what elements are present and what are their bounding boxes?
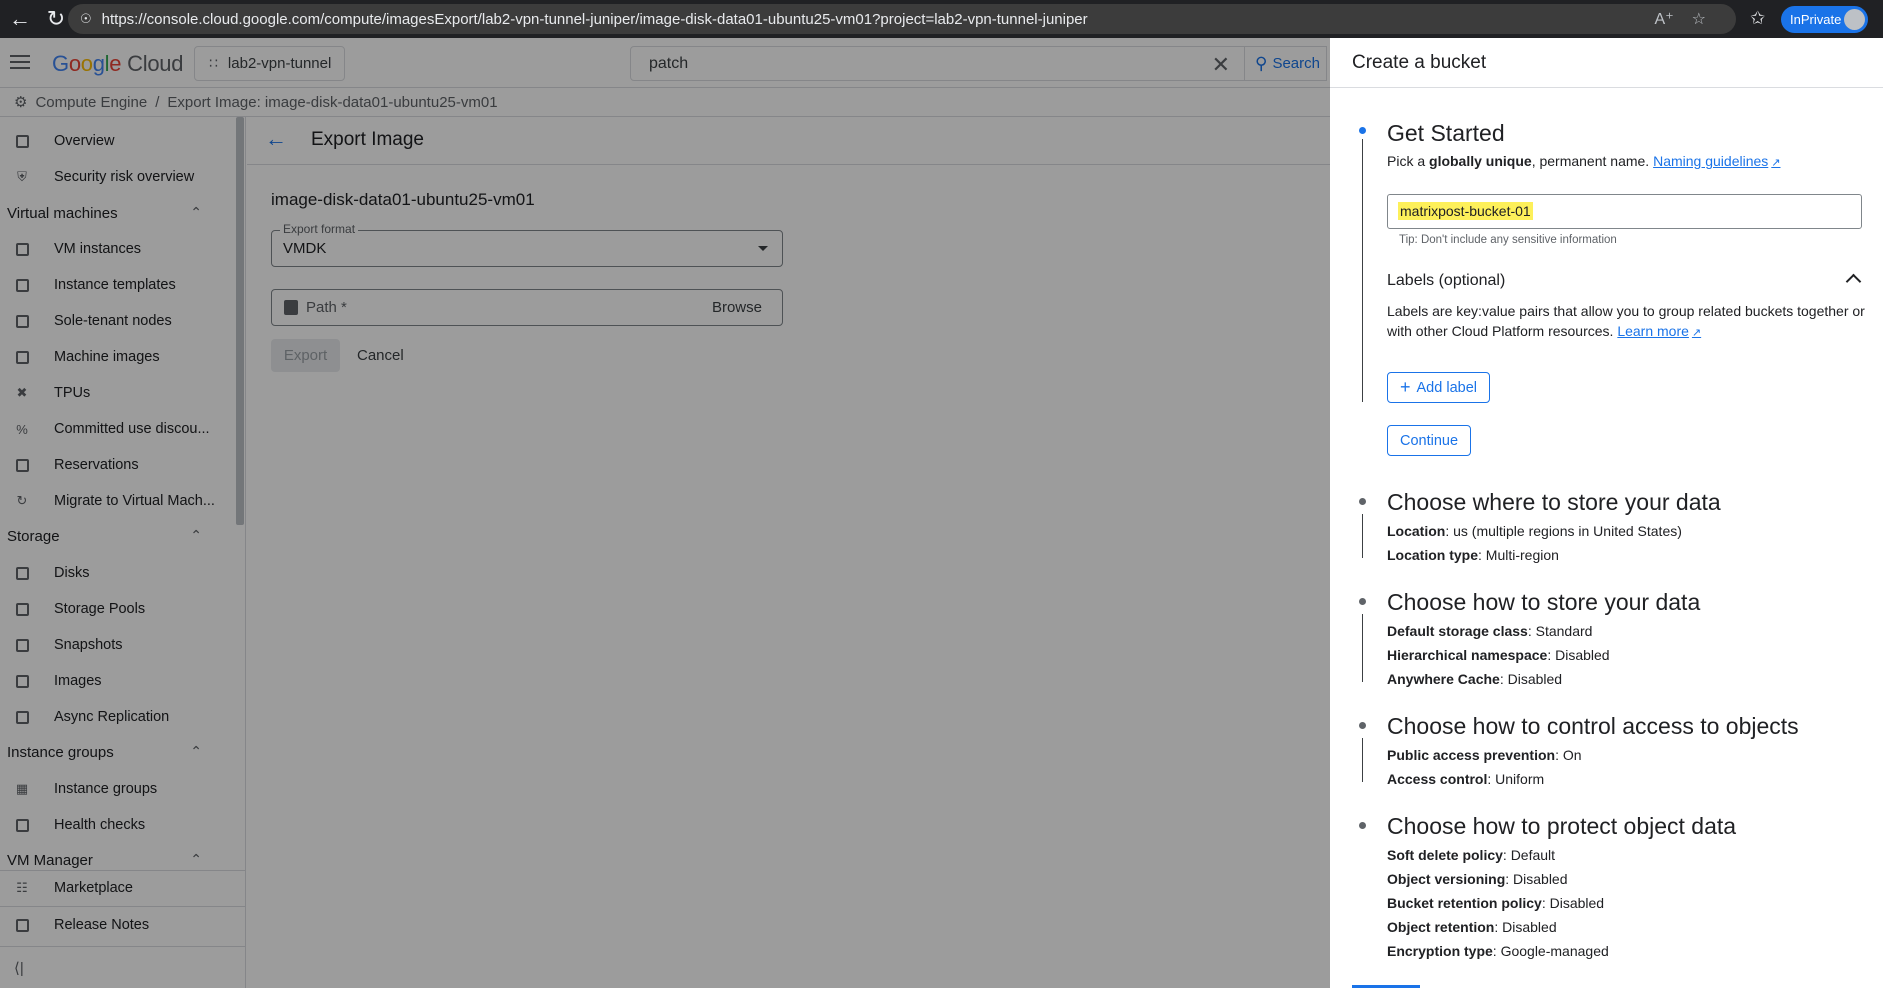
bucket-name-input[interactable]: matrixpost-bucket-01 xyxy=(1387,194,1862,229)
public-access-summary: Public access prevention: On xyxy=(1387,747,1582,763)
learn-more-link[interactable]: Learn more xyxy=(1617,323,1689,339)
chevron-up-icon[interactable] xyxy=(1844,270,1862,288)
naming-guidelines-link[interactable]: Naming guidelines xyxy=(1653,153,1768,169)
modal-scrim[interactable] xyxy=(0,38,1330,988)
url-text: https://console.cloud.google.com/compute… xyxy=(101,10,1088,28)
create-bucket-panel: Create a bucket Get Started Pick a globa… xyxy=(1330,38,1883,988)
step-title-get-started: Get Started xyxy=(1387,120,1505,146)
storage-class-summary: Default storage class: Standard xyxy=(1387,623,1593,639)
step-title-protection: Choose how to protect object data xyxy=(1387,813,1737,839)
step-indicator xyxy=(1359,598,1366,605)
external-link-icon: ↗ xyxy=(1691,327,1702,339)
step-indicator-active xyxy=(1359,127,1366,134)
step-indicator xyxy=(1359,498,1366,505)
panel-header: Create a bucket xyxy=(1330,38,1883,88)
inprivate-badge[interactable]: InPrivate xyxy=(1781,6,1868,33)
browser-toolbar: ← ↻ ☉ https://console.cloud.google.com/c… xyxy=(0,0,1883,38)
labels-description: Labels are key:value pairs that allow yo… xyxy=(1387,301,1867,343)
external-link-icon: ↗ xyxy=(1771,157,1781,169)
namespace-summary: Hierarchical namespace: Disabled xyxy=(1387,647,1610,663)
continue-button[interactable]: Continue xyxy=(1387,425,1472,456)
naming-description: Pick a globally unique, permanent name. … xyxy=(1387,151,1781,173)
object-retention-summary: Object retention: Disabled xyxy=(1387,919,1557,935)
encryption-summary: Encryption type: Google-managed xyxy=(1387,943,1609,959)
retention-policy-summary: Bucket retention policy: Disabled xyxy=(1387,895,1605,911)
step-connector xyxy=(1362,614,1363,682)
labels-section-title[interactable]: Labels (optional) xyxy=(1387,272,1505,290)
back-icon[interactable]: ← xyxy=(2,6,38,32)
bucket-name-value: matrixpost-bucket-01 xyxy=(1398,202,1533,220)
site-info-icon[interactable]: ☉ xyxy=(80,11,92,27)
step-title-storage: Choose how to store your data xyxy=(1387,589,1701,615)
location-type-summary: Location type: Multi-region xyxy=(1387,547,1559,563)
step-connector xyxy=(1362,139,1363,402)
step-indicator xyxy=(1359,722,1366,729)
anywhere-cache-summary: Anywhere Cache: Disabled xyxy=(1387,671,1563,687)
access-control-summary: Access control: Uniform xyxy=(1387,771,1545,787)
add-label-button[interactable]: + Add label xyxy=(1387,372,1490,403)
favorite-icon[interactable]: ☆ xyxy=(1692,9,1706,29)
step-indicator xyxy=(1359,822,1366,829)
location-summary: Location: us (multiple regions in United… xyxy=(1387,523,1682,539)
panel-title: Create a bucket xyxy=(1352,52,1487,73)
step-title-location: Choose where to store your data xyxy=(1387,489,1721,515)
step-title-access: Choose how to control access to objects xyxy=(1387,713,1799,739)
profile-avatar xyxy=(1844,9,1865,30)
add-label-text: Add label xyxy=(1416,379,1477,396)
step-connector xyxy=(1362,514,1363,558)
inprivate-label: InPrivate xyxy=(1790,12,1842,27)
soft-delete-summary: Soft delete policy: Default xyxy=(1387,847,1556,863)
name-tip: Tip: Don't include any sensitive informa… xyxy=(1399,234,1617,246)
versioning-summary: Object versioning: Disabled xyxy=(1387,871,1568,887)
address-bar[interactable]: ☉ https://console.cloud.google.com/compu… xyxy=(68,4,1736,34)
step-connector xyxy=(1362,738,1363,782)
plus-icon: + xyxy=(1400,377,1411,397)
read-aloud-icon[interactable]: A⁺ xyxy=(1655,9,1674,29)
continue-text: Continue xyxy=(1400,432,1459,449)
favorites-icon[interactable]: ✩ xyxy=(1750,8,1765,29)
